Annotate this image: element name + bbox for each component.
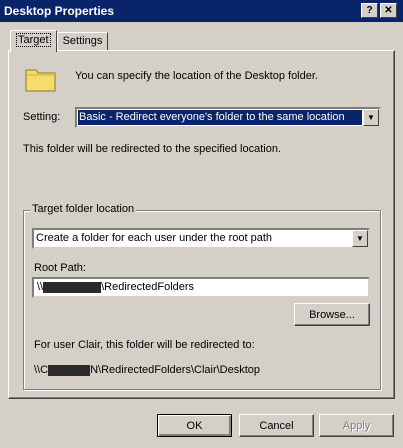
browse-button[interactable]: Browse... bbox=[294, 303, 370, 326]
setting-label: Setting: bbox=[23, 111, 61, 123]
tab-target-label: Target bbox=[16, 33, 51, 47]
root-path-label: Root Path: bbox=[34, 262, 86, 274]
cancel-label: Cancel bbox=[259, 419, 294, 432]
result-first-char: C bbox=[40, 364, 49, 376]
root-path-input[interactable]: \\ \RedirectedFolders bbox=[32, 277, 370, 298]
location-dropdown[interactable]: Create a folder for each user under the … bbox=[32, 228, 370, 249]
group-label: Target folder location bbox=[30, 203, 137, 215]
redirect-result: \\C N\RedirectedFolders\Clair\Desktop bbox=[34, 364, 260, 376]
setting-dropdown[interactable]: Basic - Redirect everyone's folder to th… bbox=[75, 107, 381, 128]
window-title: Desktop Properties bbox=[4, 4, 115, 18]
user-note: For user Clair, this folder will be redi… bbox=[34, 339, 255, 351]
redacted-server bbox=[43, 281, 102, 293]
root-path-suffix: \RedirectedFolders bbox=[101, 281, 195, 293]
target-panel: You can specify the location of the Desk… bbox=[8, 50, 395, 399]
tab-settings-label: Settings bbox=[62, 35, 103, 47]
tab-strip: Target Settings bbox=[10, 30, 109, 52]
redirect-note: This folder will be redirected to the sp… bbox=[23, 143, 282, 155]
chevron-down-icon[interactable]: ▼ bbox=[352, 230, 368, 247]
tab-settings[interactable]: Settings bbox=[56, 32, 109, 51]
chevron-down-icon[interactable]: ▼ bbox=[363, 109, 379, 126]
title-bar: Desktop Properties ? ✕ bbox=[0, 0, 403, 22]
close-button[interactable]: ✕ bbox=[380, 3, 397, 18]
help-icon: ? bbox=[366, 5, 373, 16]
tab-target[interactable]: Target bbox=[10, 30, 57, 52]
result-suffix: N\RedirectedFolders\Clair\Desktop bbox=[90, 364, 261, 376]
cancel-button[interactable]: Cancel bbox=[239, 414, 314, 437]
redacted-server bbox=[48, 364, 91, 376]
apply-button[interactable]: Apply bbox=[319, 414, 394, 437]
target-folder-groupbox: Target folder location Create a folder f… bbox=[23, 203, 381, 390]
folder-icon bbox=[25, 69, 56, 92]
help-button[interactable]: ? bbox=[361, 3, 378, 18]
setting-value: Basic - Redirect everyone's folder to th… bbox=[78, 110, 362, 125]
ok-button[interactable]: OK bbox=[157, 414, 232, 437]
browse-label: Browse... bbox=[309, 308, 355, 321]
location-option: Create a folder for each user under the … bbox=[36, 232, 273, 244]
close-icon: ✕ bbox=[384, 5, 393, 16]
ok-label: OK bbox=[186, 419, 203, 432]
apply-label: Apply bbox=[342, 419, 371, 432]
folder-description: You can specify the location of the Desk… bbox=[75, 70, 318, 82]
